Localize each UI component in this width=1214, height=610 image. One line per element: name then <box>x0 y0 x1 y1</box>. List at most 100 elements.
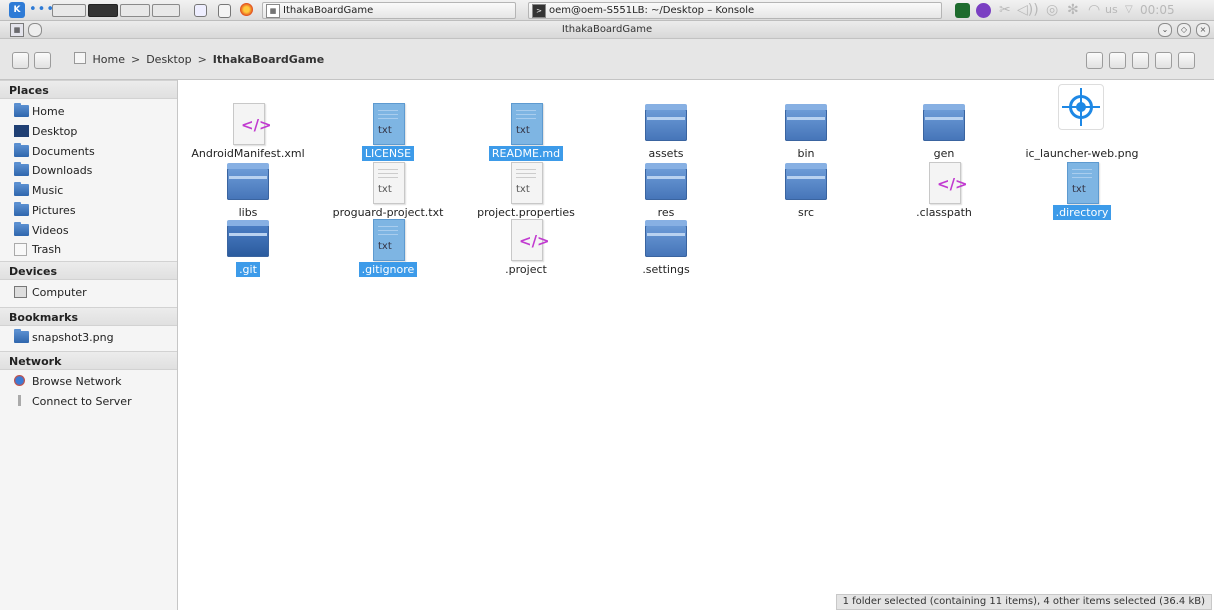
file-item[interactable]: src <box>742 160 870 226</box>
file-item[interactable]: .settings <box>602 217 730 283</box>
file-item[interactable]: ic_launcher-web.png <box>1018 84 1146 167</box>
sidebar-item-pictures[interactable]: Pictures <box>0 201 177 220</box>
file-name: assets <box>648 147 684 160</box>
sidebar-item-label: Videos <box>32 224 69 237</box>
sidebar-item-connect-server[interactable]: Connect to Server <box>0 392 177 411</box>
file-name: README.md <box>488 146 564 161</box>
task-dolphin[interactable]: ▦ IthakaBoardGame <box>262 2 516 19</box>
icon-view-button[interactable] <box>1086 52 1103 69</box>
dolphin-launcher-icon[interactable] <box>194 4 207 17</box>
folder-icon <box>227 163 269 200</box>
sidebar-item-downloads[interactable]: Downloads <box>0 161 177 180</box>
virtual-desktop-1[interactable] <box>52 4 86 17</box>
kde-menu-icon[interactable]: K <box>9 2 25 18</box>
network-icon[interactable]: ◎ <box>1046 1 1058 19</box>
forward-button[interactable] <box>34 52 51 69</box>
sidebar-item-label: Connect to Server <box>32 395 132 408</box>
clock[interactable]: 00:05 <box>1140 1 1175 19</box>
xml-file-icon: </> <box>929 162 968 204</box>
maximize-button[interactable]: ◇ <box>1177 23 1191 37</box>
virtual-desktop-3[interactable] <box>120 4 150 17</box>
file-item[interactable]: </> AndroidManifest.xml <box>184 101 312 167</box>
virtual-desktop-2[interactable] <box>88 4 118 17</box>
firefox-icon[interactable] <box>240 3 253 16</box>
file-item[interactable]: assets <box>602 101 730 167</box>
close-button[interactable]: × <box>1196 23 1210 37</box>
sidebar-item-computer[interactable]: Computer <box>0 283 177 302</box>
file-item[interactable]: gen <box>880 101 1008 167</box>
split-button[interactable] <box>1155 52 1172 69</box>
sidebar-item-music[interactable]: Music <box>0 181 177 200</box>
keyboard-layout[interactable]: us <box>1105 1 1118 19</box>
folder-icon <box>785 163 827 200</box>
clipboard-icon[interactable]: ✂ <box>999 1 1011 19</box>
xml-file-icon: </> <box>511 219 550 261</box>
virtual-desktop-4[interactable] <box>152 4 180 17</box>
section-places: Places <box>0 80 177 99</box>
folder-icon <box>14 222 29 236</box>
places-sidebar: Places Home Desktop Documents Downloads … <box>0 80 178 610</box>
viber-icon[interactable] <box>976 3 991 18</box>
server-icon <box>18 395 21 406</box>
breadcrumb: Home > Desktop > IthakaBoardGame <box>74 51 327 69</box>
minimize-button[interactable]: ⌄ <box>1158 23 1172 37</box>
file-item[interactable]: txt .gitignore <box>324 217 452 283</box>
sidebar-item-trash[interactable]: Trash <box>0 240 177 259</box>
breadcrumb-separator: > <box>130 53 141 66</box>
details-view-button[interactable] <box>1132 52 1149 69</box>
breadcrumb-current[interactable]: IthakaBoardGame <box>213 53 324 66</box>
file-item[interactable]: </> .classpath <box>880 160 1008 226</box>
folder-icon <box>923 104 965 141</box>
folder-icon <box>14 143 29 157</box>
compact-view-button[interactable] <box>1109 52 1126 69</box>
file-name: bin <box>797 147 815 160</box>
file-item[interactable]: txt LICENSE <box>324 101 452 167</box>
sidebar-item-snapshot3[interactable]: snapshot3.png <box>0 328 177 347</box>
image-launcher-icon <box>1058 84 1104 130</box>
file-name: gen <box>933 147 955 160</box>
text-file-icon: txt <box>511 162 543 204</box>
window-titlebar[interactable]: ▦ IthakaBoardGame ⌄ ◇ × <box>0 21 1214 39</box>
file-item[interactable]: txt .directory <box>1018 160 1146 226</box>
network-globe-icon <box>14 375 25 386</box>
home-folder-icon <box>14 103 29 117</box>
folder-icon <box>645 104 687 141</box>
menu-button[interactable] <box>1178 52 1195 69</box>
sidebar-item-desktop[interactable]: Desktop <box>0 122 177 141</box>
task-konsole-label: oem@oem-S551LB: ~/Desktop – Konsole <box>549 5 755 16</box>
file-name: LICENSE <box>361 146 415 161</box>
breadcrumb-home[interactable]: Home <box>93 53 125 66</box>
sidebar-item-videos[interactable]: Videos <box>0 221 177 240</box>
folder-icon <box>645 163 687 200</box>
file-item[interactable]: </> .project <box>462 217 590 283</box>
breadcrumb-desktop[interactable]: Desktop <box>146 53 191 66</box>
sidebar-item-label: Desktop <box>32 125 78 138</box>
file-manager-icon: ▦ <box>266 4 280 18</box>
dropbox-icon[interactable] <box>955 3 970 18</box>
file-name: .classpath <box>916 206 972 219</box>
sidebar-item-label: Music <box>32 184 64 197</box>
sidebar-item-label: Computer <box>32 286 87 299</box>
sidebar-item-documents[interactable]: Documents <box>0 142 177 161</box>
tray-expand-icon[interactable]: ▽ <box>1125 1 1133 19</box>
sidebar-item-browse-network[interactable]: Browse Network <box>0 372 177 391</box>
toolbar: Home > Desktop > IthakaBoardGame <box>0 39 1214 80</box>
bluetooth-icon[interactable]: ✻ <box>1067 1 1079 19</box>
folder-icon <box>645 220 687 257</box>
status-bar: 1 folder selected (containing 11 items),… <box>835 594 1212 610</box>
task-konsole[interactable]: > oem@oem-S551LB: ~/Desktop – Konsole <box>528 2 942 19</box>
file-name: .git <box>236 262 260 277</box>
sidebar-item-label: Documents <box>32 145 95 158</box>
sidebar-item-home[interactable]: Home <box>0 102 177 121</box>
notes-launcher-icon[interactable] <box>218 4 231 18</box>
file-item[interactable]: .git <box>184 217 312 283</box>
back-button[interactable] <box>12 52 29 69</box>
folder-icon <box>14 182 29 196</box>
volume-icon[interactable]: ◁)) <box>1017 1 1039 19</box>
sidebar-item-label: snapshot3.png <box>32 331 114 344</box>
folder-icon <box>14 202 29 216</box>
file-item[interactable]: bin <box>742 101 870 167</box>
file-view[interactable]: </> AndroidManifest.xml txt LICENSE txt … <box>178 80 1214 610</box>
file-item[interactable]: txt README.md <box>462 101 590 167</box>
wifi-icon[interactable]: ◠ <box>1088 1 1100 19</box>
